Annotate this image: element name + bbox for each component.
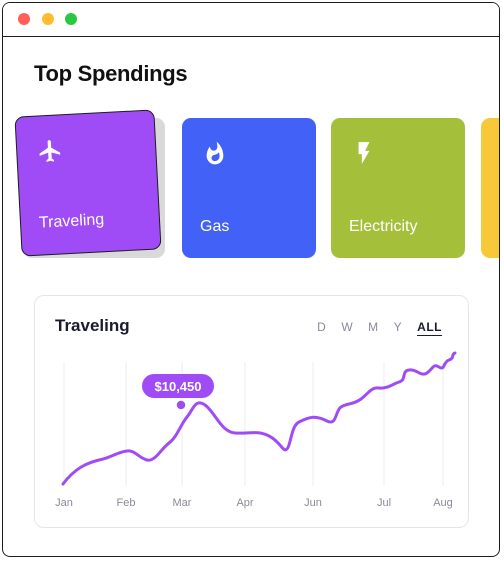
highlight-point (175, 399, 187, 411)
x-axis-labels: Jan Feb Mar Apr Jun Jul Aug (55, 497, 453, 509)
value-tooltip-label: $10,450 (155, 379, 202, 394)
category-card-label: Electricity (349, 218, 418, 235)
maximize-window-button[interactable] (65, 13, 77, 25)
flame-icon (206, 141, 224, 165)
x-tick-label-jan: Jan (55, 497, 73, 509)
category-card-label: Gas (200, 218, 230, 235)
category-card-electricity[interactable]: Electricity (331, 118, 465, 258)
chart-gridlines (63, 362, 444, 486)
series-line (61, 351, 457, 486)
minimize-window-button[interactable] (42, 13, 54, 25)
app-window: Top Spendings Traveling Gas Electricity … (2, 2, 500, 557)
x-tick-label-mar: Mar (173, 497, 192, 509)
x-tick-label-jul: Jul (377, 497, 391, 509)
close-window-button[interactable] (18, 13, 30, 25)
category-card-traveling[interactable]: Traveling (14, 109, 162, 257)
category-card-label: Traveling (38, 211, 105, 232)
page-title: Top Spendings (34, 61, 188, 86)
title-bar (3, 3, 499, 37)
lightning-bolt-icon (358, 142, 370, 164)
x-tick-label-aug: Aug (433, 497, 453, 509)
x-tick-label-feb: Feb (117, 497, 136, 509)
category-card-partial[interactable] (481, 118, 499, 258)
category-card-gas[interactable]: Gas (182, 118, 316, 258)
x-tick-label-apr: Apr (236, 497, 253, 509)
spending-chart-card: Traveling D W M Y ALL $10,450 Jan Feb Mar A… (34, 295, 469, 528)
airplane-icon (39, 140, 61, 162)
x-tick-label-jun: Jun (304, 497, 322, 509)
line-chart: $10,450 Jan Feb Mar Apr Jun Jul Aug (55, 351, 457, 509)
